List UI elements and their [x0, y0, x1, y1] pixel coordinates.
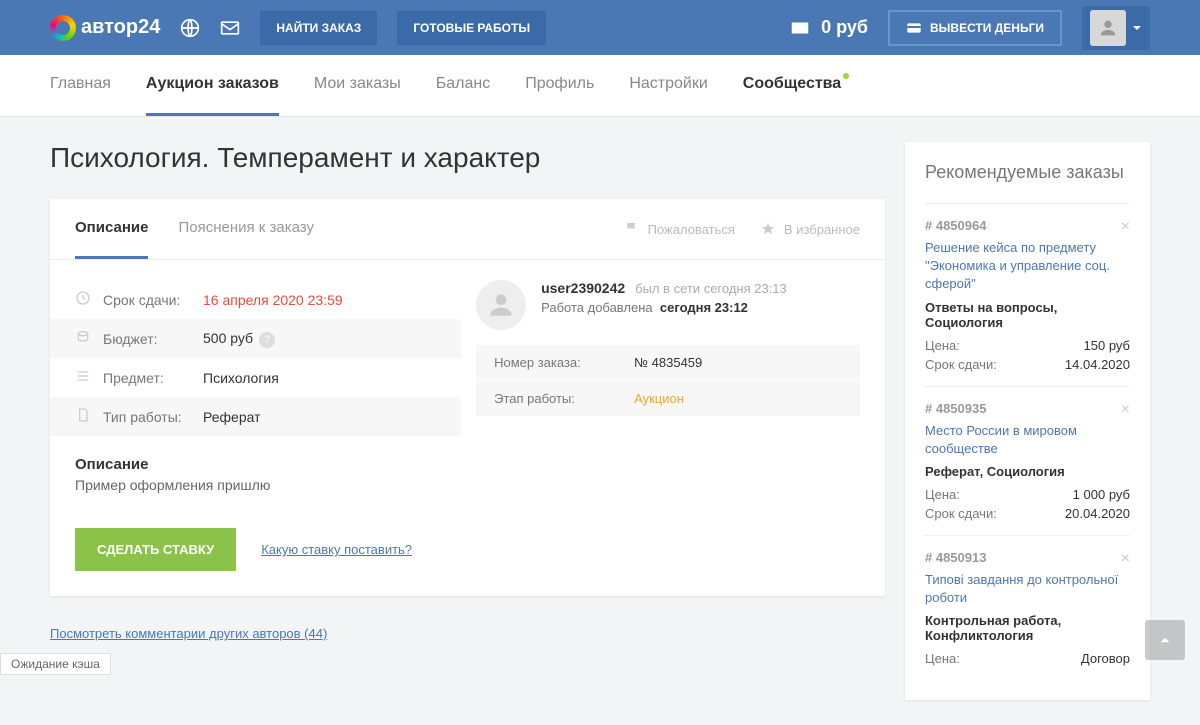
- rec-title[interactable]: Место России в мировом сообществе: [925, 422, 1130, 458]
- list-icon: [75, 368, 91, 384]
- close-icon[interactable]: ×: [1121, 550, 1130, 568]
- sidebar-title: Рекомендуемые заказы: [925, 162, 1130, 183]
- added-value: сегодня 23:12: [660, 300, 748, 315]
- rec-id: # 4850913: [925, 550, 1130, 565]
- author-status: был в сети сегодня 23:13: [635, 281, 787, 296]
- action-row: СДЕЛАТЬ СТАВКУ Какую ставку поставить?: [50, 513, 885, 596]
- tab-description[interactable]: Описание: [75, 199, 148, 259]
- order-number-label: Номер заказа:: [494, 355, 634, 370]
- document-icon: [75, 407, 91, 423]
- chevron-up-icon: [1156, 631, 1174, 649]
- type-label: Тип работы:: [103, 409, 203, 425]
- recommended-item: × # 4850964 Решение кейса по предмету "Э…: [925, 203, 1130, 386]
- nav-my-orders[interactable]: Мои заказы: [314, 55, 401, 116]
- author-name[interactable]: user2390242: [541, 280, 625, 296]
- order-meta: Номер заказа: № 4835459 Этап работы: Аук…: [476, 345, 860, 416]
- header-icons: [180, 18, 240, 38]
- find-order-button[interactable]: НАЙТИ ЗАКАЗ: [260, 11, 377, 45]
- make-bid-button[interactable]: СДЕЛАТЬ СТАВКУ: [75, 528, 236, 571]
- favorite-button[interactable]: В избранное: [760, 221, 860, 237]
- bid-help-link[interactable]: Какую ставку поставить?: [261, 542, 412, 557]
- coins-icon: [75, 329, 91, 345]
- rec-id: # 4850964: [925, 218, 1130, 233]
- recommended-item: × # 4850913 Типові завдання до контрольн…: [925, 535, 1130, 680]
- avatar-icon: [1090, 10, 1126, 46]
- order-author: user2390242 был в сети сегодня 23:13 Раб…: [476, 280, 860, 436]
- recommended-item: × # 4850935 Место России в мировом сообщ…: [925, 386, 1130, 535]
- order-stage-value: Аукцион: [634, 391, 684, 406]
- added-label: Работа добавлена: [541, 300, 653, 315]
- balance-display[interactable]: 0 руб: [789, 17, 868, 39]
- clock-icon: [75, 290, 91, 306]
- subject-label: Предмет:: [103, 370, 203, 386]
- flag-icon: [624, 221, 640, 237]
- deadline-label: Срок сдачи:: [103, 292, 203, 308]
- nav-settings[interactable]: Настройки: [629, 55, 707, 116]
- deadline-value: 16 апреля 2020 23:59: [203, 292, 343, 308]
- help-icon[interactable]: ?: [259, 332, 275, 348]
- nav-main[interactable]: Главная: [50, 55, 111, 116]
- type-value: Реферат: [203, 409, 261, 425]
- description-text: Пример оформления пришлю: [75, 477, 860, 493]
- subject-value: Психология: [203, 370, 279, 386]
- page-title: Психология. Темперамент и характер: [50, 142, 885, 174]
- nav-balance[interactable]: Баланс: [436, 55, 490, 116]
- close-icon[interactable]: ×: [1121, 218, 1130, 236]
- comments-link[interactable]: Посмотреть комментарии других авторов (4…: [50, 626, 327, 641]
- logo[interactable]: автор24: [50, 15, 160, 41]
- main-content: Психология. Темперамент и характер Описа…: [50, 142, 885, 700]
- tab-clarifications[interactable]: Пояснения к заказу: [178, 199, 314, 259]
- rec-title[interactable]: Типові завдання до контрольної роботи: [925, 571, 1130, 607]
- rec-title[interactable]: Решение кейса по предмету "Экономика и у…: [925, 239, 1130, 294]
- ready-works-button[interactable]: ГОТОВЫЕ РАБОТЫ: [397, 11, 546, 45]
- sidebar: Рекомендуемые заказы × # 4850964 Решение…: [905, 142, 1150, 700]
- logo-text: автор24: [81, 16, 160, 39]
- wallet-icon: [789, 17, 811, 39]
- rec-type: Контрольная работа, Конфликтология: [925, 613, 1130, 643]
- rec-type: Реферат, Социология: [925, 464, 1130, 479]
- rec-id: # 4850935: [925, 401, 1130, 416]
- star-icon: [760, 221, 776, 237]
- author-avatar-icon: [476, 280, 526, 330]
- budget-label: Бюджет:: [103, 331, 203, 347]
- top-header: автор24 НАЙТИ ЗАКАЗ ГОТОВЫЕ РАБОТЫ 0 руб…: [0, 0, 1200, 55]
- scroll-top-button[interactable]: [1145, 620, 1185, 660]
- notification-dot: [843, 73, 849, 79]
- globe-icon[interactable]: [180, 18, 200, 38]
- chevron-down-icon: [1132, 23, 1142, 33]
- user-menu[interactable]: [1082, 6, 1150, 50]
- order-stage-label: Этап работы:: [494, 391, 634, 406]
- close-icon[interactable]: ×: [1121, 401, 1130, 419]
- nav-auction[interactable]: Аукцион заказов: [146, 55, 279, 116]
- card-tabs: Описание Пояснения к заказу Пожаловаться…: [50, 199, 885, 260]
- description-heading: Описание: [75, 456, 860, 473]
- withdraw-button[interactable]: ВЫВЕСТИ ДЕНЬГИ: [888, 10, 1062, 46]
- logo-icon: [50, 15, 76, 41]
- status-bar: Ожидание кэша: [0, 653, 111, 675]
- main-nav: Главная Аукцион заказов Мои заказы Балан…: [0, 55, 1200, 117]
- budget-value: 500 руб?: [203, 330, 275, 348]
- rec-type: Ответы на вопросы, Социология: [925, 300, 1130, 330]
- description-block: Описание Пример оформления пришлю: [50, 456, 885, 513]
- complain-button[interactable]: Пожаловаться: [624, 221, 735, 237]
- card-icon: [906, 20, 922, 36]
- nav-profile[interactable]: Профиль: [525, 55, 594, 116]
- order-details: Срок сдачи: 16 апреля 2020 23:59 Бюджет:…: [75, 280, 436, 436]
- order-number-value: № 4835459: [634, 355, 702, 370]
- nav-communities[interactable]: Сообщества: [743, 55, 841, 116]
- order-card: Описание Пояснения к заказу Пожаловаться…: [50, 199, 885, 596]
- mail-icon[interactable]: [220, 18, 240, 38]
